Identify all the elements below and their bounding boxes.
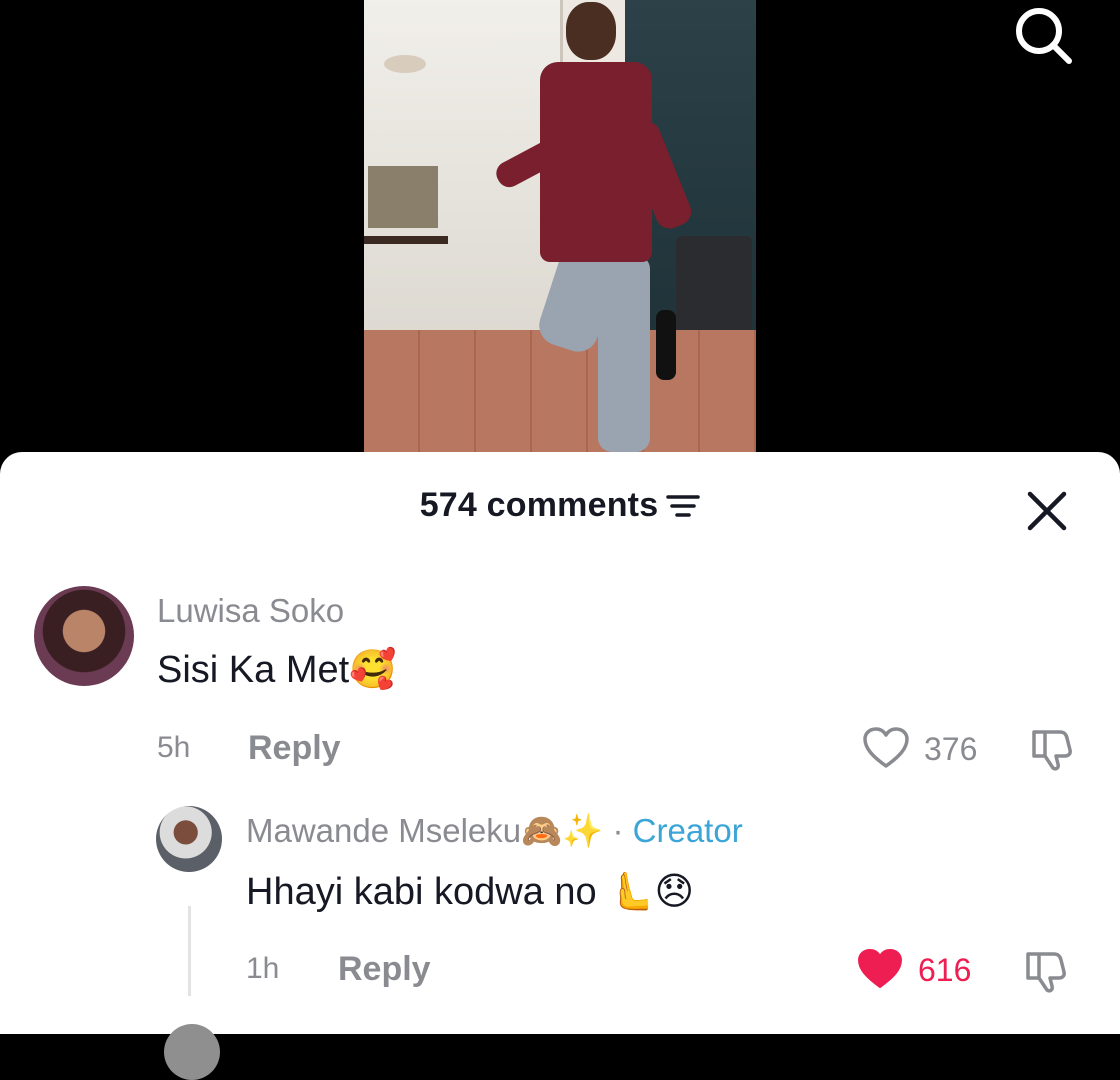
comment-username[interactable]: Luwisa Soko xyxy=(157,592,344,630)
reply-button[interactable]: Reply xyxy=(248,729,341,768)
search-icon[interactable] xyxy=(1012,4,1074,66)
reply-button[interactable]: Reply xyxy=(338,950,431,989)
sort-icon[interactable] xyxy=(666,491,701,521)
comment-text: Hhayi kabi kodwa no 🫷😞 xyxy=(246,871,695,913)
avatar[interactable] xyxy=(156,806,222,872)
avatar[interactable] xyxy=(34,586,134,686)
comment-text: Sisi Ka Met🥰 xyxy=(157,649,397,691)
heart-icon[interactable] xyxy=(862,726,910,770)
video-dancer xyxy=(428,0,696,452)
heart-icon[interactable] xyxy=(856,947,904,991)
comment-username-text: Mawande Mseleku🙈✨ xyxy=(246,812,604,849)
comment-time: 5h xyxy=(157,731,191,764)
video-chair xyxy=(676,236,752,336)
comments-count: 574 comments xyxy=(419,486,659,524)
dislike-icon[interactable] xyxy=(1022,946,1070,994)
comment-username[interactable]: Mawande Mseleku🙈✨ · Creator xyxy=(246,812,743,851)
close-icon[interactable] xyxy=(1026,490,1068,532)
dancer-leg-right xyxy=(598,255,650,452)
dancer-shoe xyxy=(656,310,676,380)
video-player-area[interactable] xyxy=(0,0,1120,470)
comment-time: 1h xyxy=(246,952,280,985)
dancer-head xyxy=(566,2,616,60)
avatar[interactable] xyxy=(164,1024,220,1080)
like-count: 616 xyxy=(918,952,972,988)
badge-separator: · xyxy=(612,812,624,849)
dancer-blazer xyxy=(540,62,652,262)
reply-thread-line xyxy=(188,906,191,996)
video-frame[interactable] xyxy=(364,0,756,452)
video-ceiling-lamp xyxy=(384,55,426,73)
comments-header: 574 comments xyxy=(0,486,1120,536)
creator-badge: Creator xyxy=(632,812,743,849)
dislike-icon[interactable] xyxy=(1028,724,1076,772)
like-count: 376 xyxy=(924,731,978,767)
